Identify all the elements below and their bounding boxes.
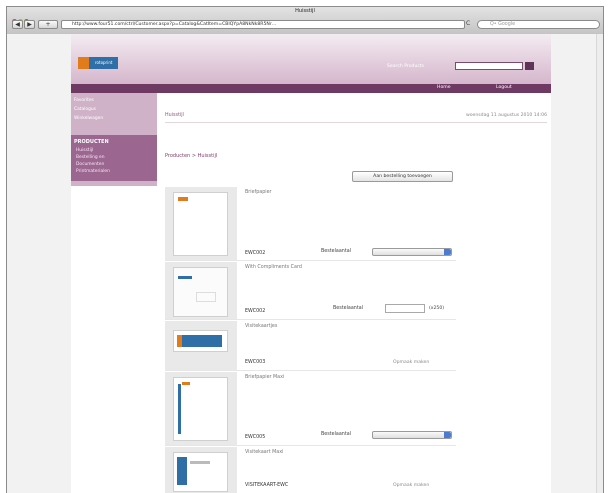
product-thumbnail[interactable]: [173, 452, 228, 492]
product-code: EWC002: [245, 309, 266, 314]
sidebar-heading: PRODUCTEN: [74, 139, 109, 145]
web-page: rotoprint Search Products Home Logout Fa…: [71, 34, 551, 493]
site-logo[interactable]: rotoprint: [78, 57, 118, 69]
search-label: Search Products: [387, 64, 425, 69]
product-code: VISITEKAART-EWC: [245, 483, 289, 488]
product-thumbnail[interactable]: [173, 377, 228, 441]
sidebar-sub-bestelling[interactable]: Bestelling en: [76, 155, 105, 160]
window-title: Huisstijl: [295, 8, 315, 14]
sidebar-sub-printmaterialen[interactable]: Printmaterialen: [76, 169, 110, 174]
add-to-order-button[interactable]: Aan bestelling toevoegen: [352, 171, 453, 182]
sidebar-sub-huisstijl[interactable]: Huisstijl: [76, 148, 93, 153]
quantity-label: Bestelaantal: [321, 432, 351, 437]
chevron-down-icon: [444, 432, 451, 438]
divider: [165, 122, 547, 123]
address-bar[interactable]: http://www.four51.com/ctrl/Customer.aspx…: [61, 20, 465, 29]
product-name[interactable]: Briefpapier Maxi: [245, 375, 284, 380]
browser-toolbar: Huisstijl ◀ ▶ + http://www.four51.com/ct…: [6, 6, 604, 34]
product-row: Visitekaartjes EWC003 Opmaak maken: [165, 321, 456, 371]
product-row: Briefpapier EWC002 Bestelaantal: [165, 187, 456, 261]
breadcrumb: Producten > Huisstijl: [165, 153, 218, 159]
quantity-select[interactable]: [372, 248, 452, 256]
sidebar: Favorites Catalogus Winkelwagen PRODUCTE…: [71, 93, 157, 186]
product-thumbnail[interactable]: [173, 267, 228, 317]
create-layout-link[interactable]: Opmaak maken: [393, 483, 429, 488]
page-viewport: rotoprint Search Products Home Logout Fa…: [6, 34, 604, 493]
reload-icon[interactable]: C: [466, 20, 470, 27]
logo-text: rotoprint: [95, 60, 113, 65]
product-row: Briefpapier Maxi EWC005 Bestelaantal: [165, 372, 456, 446]
nav-logout[interactable]: Logout: [496, 85, 512, 90]
product-name[interactable]: With Compliments Card: [245, 265, 302, 270]
product-row: Visitekaart Maxi VISITEKAART-EWC Opmaak …: [165, 447, 456, 493]
forward-button[interactable]: ▶: [24, 20, 35, 29]
chevron-down-icon: [444, 249, 451, 255]
sidebar-item-favorites[interactable]: Favorites: [74, 98, 94, 103]
sidebar-item-winkelwagen[interactable]: Winkelwagen: [74, 116, 103, 121]
page-title: Huisstijl: [165, 113, 184, 118]
search-go-button[interactable]: [525, 62, 534, 70]
product-name[interactable]: Visitekaartjes: [245, 324, 277, 329]
forward-arrow-icon: ▶: [27, 21, 32, 28]
sidebar-sub-documenten[interactable]: Documenten: [76, 162, 104, 167]
product-thumbnail[interactable]: [173, 192, 228, 256]
product-search-input[interactable]: [455, 62, 523, 70]
google-search-field[interactable]: Q• Google: [477, 20, 600, 29]
quantity-unit: (x250): [429, 306, 445, 311]
product-code: EWC005: [245, 435, 266, 440]
back-button[interactable]: ◀: [12, 20, 23, 29]
product-name[interactable]: Visitekaart Maxi: [245, 450, 283, 455]
site-header: rotoprint Search Products: [71, 34, 551, 84]
create-layout-link[interactable]: Opmaak maken: [393, 360, 429, 365]
vertical-scrollbar[interactable]: [596, 34, 603, 493]
sidebar-item-catalogus[interactable]: Catalogus: [74, 107, 96, 112]
quantity-label: Bestelaantal: [333, 306, 363, 311]
product-row: With Compliments Card EWC002 Bestelaanta…: [165, 262, 456, 320]
product-name[interactable]: Briefpapier: [245, 190, 272, 195]
nav-home[interactable]: Home: [437, 85, 451, 90]
product-code: EWC003: [245, 360, 266, 365]
quantity-label: Bestelaantal: [321, 249, 351, 254]
back-arrow-icon: ◀: [15, 21, 20, 28]
product-code: EWC002: [245, 251, 266, 256]
current-date: woensdag 11 augustus 2010 14:06: [465, 113, 547, 118]
quantity-select[interactable]: [372, 431, 452, 439]
product-thumbnail[interactable]: [173, 330, 228, 352]
top-nav-bar: [71, 84, 551, 93]
quantity-input[interactable]: [385, 304, 425, 313]
add-bookmark-button[interactable]: +: [38, 20, 58, 29]
